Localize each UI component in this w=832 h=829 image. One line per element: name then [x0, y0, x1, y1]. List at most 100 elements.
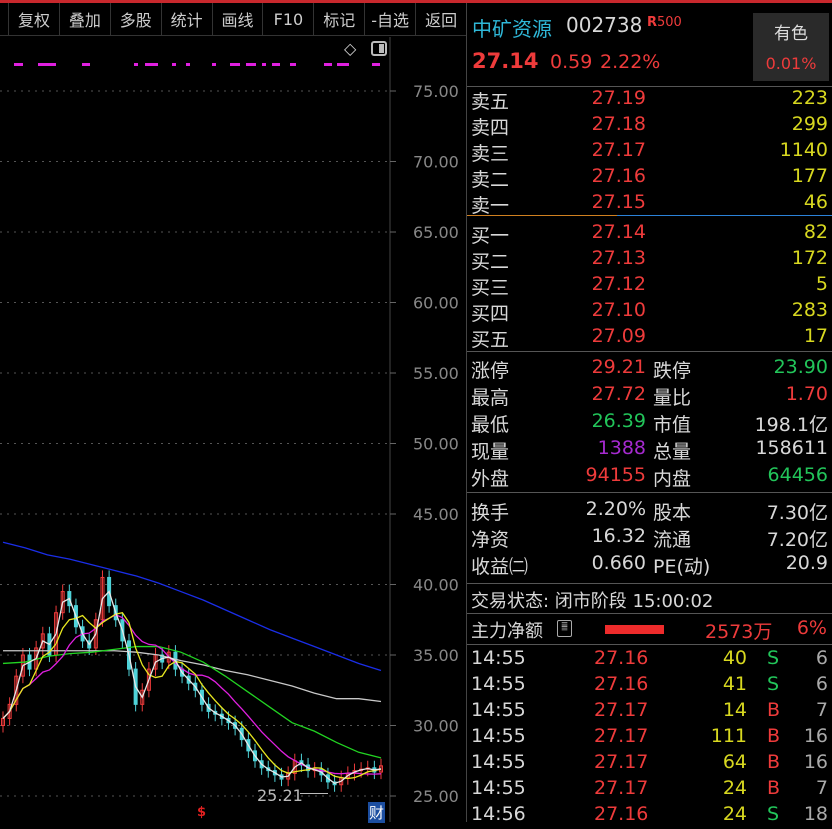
level-price: 27.18	[591, 113, 646, 135]
toolbar: 复权 叠加 多股 统计 画线 F10 标记 -自选 返回	[0, 3, 466, 36]
toolbar-button[interactable]: 多股	[109, 3, 161, 35]
tick-side: B	[767, 725, 781, 747]
stat-value: 94155	[585, 464, 646, 486]
fund-value: 16.32	[591, 525, 646, 547]
y-tick-label: 60.00	[413, 294, 459, 313]
toolbar-button[interactable]: 叠加	[58, 3, 110, 35]
signal-marker	[262, 63, 266, 66]
panel-toggle-icon[interactable]	[371, 41, 387, 56]
level-label: 买一	[471, 225, 510, 247]
level-price: 27.19	[591, 87, 646, 109]
level-price: 27.15	[591, 191, 646, 213]
order-book-row[interactable]: 卖二 27.16 177	[467, 165, 832, 191]
main-flow-label: 主力净额	[471, 621, 543, 642]
level-price: 27.14	[591, 221, 646, 243]
ma-grey-line	[3, 650, 382, 703]
signal-marker	[186, 63, 190, 66]
toolbar-button[interactable]: 标记	[313, 3, 364, 35]
diamond-icon[interactable]: ◇	[344, 39, 356, 58]
y-tick-label: 35.00	[413, 646, 459, 665]
tick-row: 14:55 27.16 40 S 6	[467, 647, 832, 673]
stat-label: 现量	[471, 441, 510, 463]
stat-value: 27.72	[591, 383, 646, 405]
signal-marker	[372, 63, 380, 66]
y-tick-label: 75.00	[413, 82, 459, 101]
tick-side: S	[767, 673, 780, 695]
level-volume: 223	[791, 87, 828, 109]
toolbar-button[interactable]: 统计	[160, 3, 212, 35]
sector-button[interactable]: 有色 0.01%	[753, 13, 829, 81]
level-label: 买二	[471, 251, 510, 273]
signal-marker	[246, 63, 256, 66]
order-book-row[interactable]: 买一 27.14 82	[467, 221, 832, 247]
tick-volume: 64	[722, 751, 747, 773]
toolbar-button[interactable]: -自选	[364, 3, 415, 35]
badge-number: 500	[657, 15, 682, 30]
event-s-marker[interactable]: $	[197, 805, 206, 820]
level-label: 卖三	[471, 143, 510, 165]
list-icon[interactable]: ≡ ≡	[557, 620, 572, 637]
level-label: 卖一	[471, 195, 510, 217]
stat-label: 涨停	[471, 360, 510, 382]
order-book-row[interactable]: 买二 27.13 172	[467, 247, 832, 273]
signal-marker	[230, 63, 240, 66]
tick-price: 27.16	[594, 673, 649, 695]
kline-chart[interactable]: 75.00 70.00 65.00 60.00 55.00 50.00 45.00 40.00…	[0, 37, 466, 823]
order-book-row[interactable]: 买四 27.10 283	[467, 299, 832, 325]
tick-count: 6	[815, 673, 828, 695]
stock-code: 002738	[566, 13, 643, 37]
fund-label: 换手	[471, 502, 510, 524]
tick-price: 27.17	[594, 777, 649, 799]
tick-side: B	[767, 699, 781, 721]
y-tick-label: 25.00	[413, 787, 459, 806]
y-tick-label: 45.00	[413, 505, 459, 524]
tick-time: 14:55	[471, 751, 526, 773]
signal-marker	[14, 63, 23, 66]
tick-volume: 41	[722, 673, 747, 695]
stat-value: 29.21	[591, 356, 646, 378]
signal-marker	[145, 63, 158, 66]
stat-label: 外盘	[471, 468, 510, 490]
signal-marker	[272, 63, 280, 66]
stat-value: 23.90	[773, 356, 828, 378]
y-tick-label: 50.00	[413, 435, 459, 454]
order-book-row[interactable]: 卖三 27.17 1140	[467, 139, 832, 165]
order-book-row[interactable]: 买五 27.09 17	[467, 325, 832, 351]
sector-pct: 0.01%	[765, 54, 817, 73]
finance-marker[interactable]: 财	[368, 802, 386, 823]
y-tick-label: 55.00	[413, 364, 459, 383]
level-price: 27.16	[591, 165, 646, 187]
tick-row: 14:55 27.17 64 B 16	[467, 751, 832, 777]
tick-time: 14:55	[471, 725, 526, 747]
tick-count: 16	[803, 751, 828, 773]
stat-value: 1388	[597, 437, 646, 459]
fundamentals-row: 换手 2.20% 股本 7.30亿	[467, 498, 832, 524]
stat-label: 跌停	[653, 360, 692, 382]
toolbar-button[interactable]: 返回	[415, 3, 466, 35]
signal-marker	[324, 63, 332, 66]
order-book-row[interactable]: 卖五 27.19 223	[467, 87, 832, 113]
kline-svg[interactable]: 75.00 70.00 65.00 60.00 55.00 50.00 45.00 40.00…	[0, 37, 466, 822]
tick-time: 14:55	[471, 647, 526, 669]
toolbar-button[interactable]: F10	[262, 3, 313, 35]
toolbar-button[interactable]: 复权	[8, 3, 59, 35]
tick-side: B	[767, 777, 781, 799]
order-book-row[interactable]: 卖一 27.15 46	[467, 191, 832, 217]
order-book-row[interactable]: 卖四 27.18 299	[467, 113, 832, 139]
level-label: 买五	[471, 329, 510, 351]
signal-marker	[337, 63, 349, 66]
fund-label: 净资	[471, 529, 510, 551]
stat-label: 最高	[471, 387, 510, 409]
tick-volume: 14	[722, 699, 747, 721]
order-book-row[interactable]: 买三 27.12 5	[467, 273, 832, 299]
level-volume: 283	[791, 299, 828, 321]
main-flow-bar	[605, 625, 664, 634]
level-volume: 1140	[779, 139, 828, 161]
fund-label: 股本	[653, 502, 692, 524]
stat-label: 市值	[653, 414, 692, 436]
divider	[467, 351, 832, 352]
low-price-label: 25.21	[257, 786, 303, 805]
quote-panel: 中矿资源 002738 R500 27.14 0.59 2.22% 有色 0.0…	[466, 3, 832, 825]
toolbar-button[interactable]: 画线	[211, 3, 263, 35]
